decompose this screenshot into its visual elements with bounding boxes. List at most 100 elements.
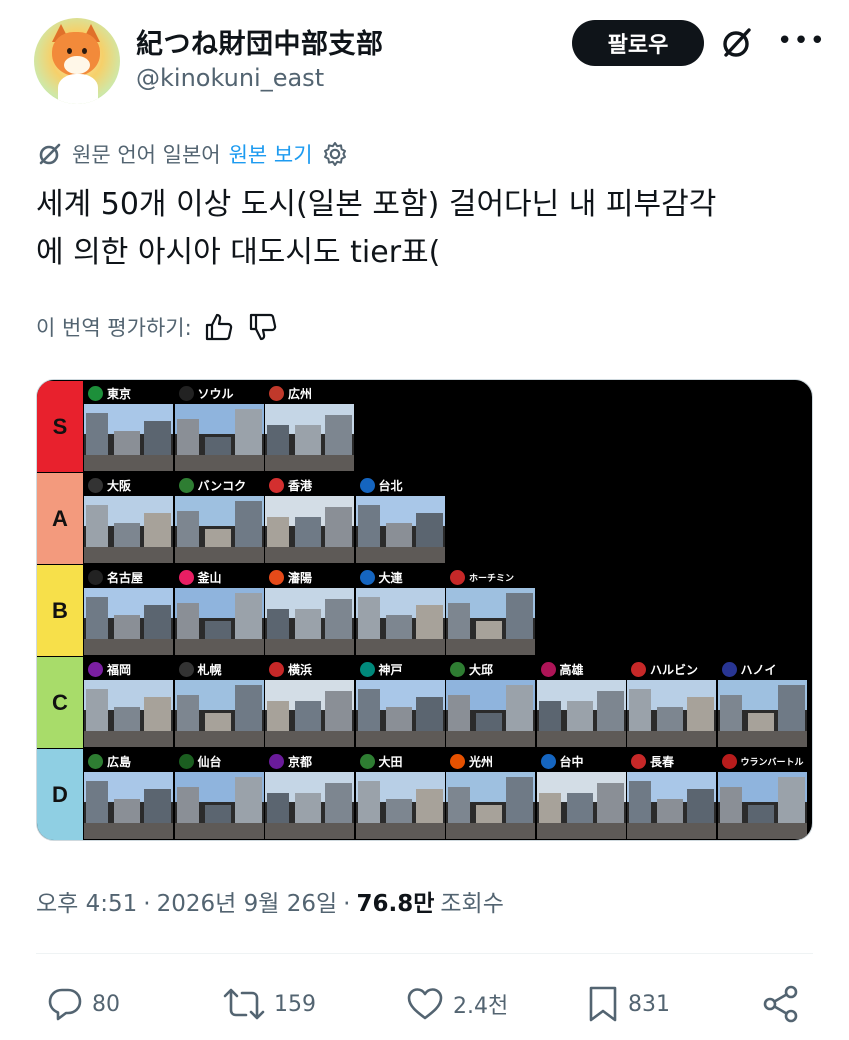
city-caption: 仙台 [174,750,264,772]
tweet-time[interactable]: 오후 4:51 [36,884,137,918]
city-emblem-icon [721,661,737,677]
city-caption: 台北 [355,474,445,496]
city-photo [174,680,264,747]
city-photo [265,588,354,655]
city-emblem-icon [631,661,646,677]
city-caption: ハルビン [627,658,716,680]
view-count-label: 조회수 [440,891,504,917]
city-tile: 大邱 [446,658,535,747]
city-tile: ハルビン [627,658,716,747]
tweet-date[interactable]: 2026년 9월 26일 [157,884,338,918]
city-caption: 名古屋 [84,566,173,588]
city-photo [536,772,626,839]
city-emblem-icon [88,753,103,769]
city-caption: ホーチミン [446,566,535,588]
city-emblem-icon [88,661,103,677]
city-tile: ホーチミン [446,566,535,655]
city-name: 長春 [650,754,675,769]
like-count: 2.4천 [453,994,509,1019]
view-count: 76.8만 [356,891,435,917]
city-name: ソウル [197,386,234,401]
display-name[interactable]: 紀つね財団中部支部 [136,22,384,61]
separator: · [343,891,351,917]
rate-translation-row: 이 번역 평가하기: [36,309,280,345]
city-photo [84,496,173,563]
city-tile: 京都 [265,750,354,839]
repost-icon [223,988,265,1020]
view-original-link[interactable]: 원본 보기 [229,139,313,169]
user-handle[interactable]: @kinokuni_east [136,64,324,92]
city-photo [174,496,264,563]
share-button[interactable] [760,984,802,1024]
city-caption: 東京 [84,382,173,404]
city-tile: 台北 [355,474,445,563]
gear-icon[interactable] [321,140,349,168]
thumbs-down-icon[interactable] [246,311,280,343]
city-emblem-icon [88,569,103,585]
city-caption: 香港 [265,474,354,496]
city-name: 香港 [288,478,313,493]
bookmark-button[interactable]: 831 [586,984,670,1024]
city-emblem-icon [178,661,194,677]
city-tile: 福岡 [84,658,173,747]
city-emblem-icon [269,661,284,677]
city-photo [355,496,445,563]
repost-count: 159 [274,991,316,1017]
city-emblem-icon [450,569,465,585]
repost-button[interactable]: 159 [222,984,316,1024]
city-caption: 神戸 [355,658,445,680]
city-name: 仙台 [197,754,222,769]
city-name: 広州 [288,386,313,401]
city-tile: 瀋陽 [265,566,354,655]
city-photo [717,680,807,747]
city-photo [717,772,807,839]
city-name: 大邱 [469,662,494,677]
city-photo [627,772,716,839]
city-name: 福岡 [107,662,132,677]
tier-label: S [37,381,83,472]
reply-button[interactable]: 80 [46,984,120,1024]
tier-list-image[interactable]: S 東京 ソウル 広州 A 大阪 バンコク 香港 台北 B 名古屋 釜山 瀋陽 大連 ホーチミン C 福岡 札幌 横… [36,379,813,841]
city-tile: 大連 [355,566,445,655]
grok-icon[interactable] [718,24,756,62]
city-tile: ハノイ [717,658,807,747]
city-emblem-icon [178,569,194,585]
more-options-icon[interactable]: ••• [777,26,826,56]
city-photo [84,680,173,747]
avatar[interactable] [34,18,120,104]
city-emblem-icon [178,385,194,401]
city-caption: 大阪 [84,474,173,496]
city-tile: 名古屋 [84,566,173,655]
tier-label: B [37,565,83,656]
bookmark-icon [589,986,617,1022]
city-name: ホーチミン [469,573,515,584]
city-name: 瀋陽 [288,570,313,585]
like-button[interactable]: 2.4천 [405,984,508,1024]
city-caption: 台中 [536,750,626,772]
city-caption: ソウル [174,382,264,404]
city-tile: 札幌 [174,658,264,747]
city-caption: 札幌 [174,658,264,680]
city-name: ハルビン [650,662,699,677]
city-name: 光州 [469,754,494,769]
thumbs-up-icon[interactable] [202,311,236,343]
bookmark-count: 831 [628,991,670,1017]
fox-body [58,74,98,104]
city-caption: 福岡 [84,658,173,680]
tweet-text: 세계 50개 이상 도시(일본 포함) 걸어다닌 내 피부감각 에 의한 아시아… [36,181,816,277]
tier-label: A [37,473,83,564]
city-photo [84,588,173,655]
city-caption: 横浜 [265,658,354,680]
follow-button[interactable]: 팔로우 [572,20,704,66]
city-caption: 広島 [84,750,173,772]
city-tile: 台中 [536,750,626,839]
tier-label: D [37,749,83,840]
city-name: 大連 [378,570,403,585]
city-photo [265,496,354,563]
city-emblem-icon [450,661,465,677]
city-name: 高雄 [559,662,584,677]
city-emblem-icon [359,477,375,493]
city-emblem-icon [721,753,737,769]
city-caption: 長春 [627,750,716,772]
city-tile: ウランバートル [717,750,807,839]
